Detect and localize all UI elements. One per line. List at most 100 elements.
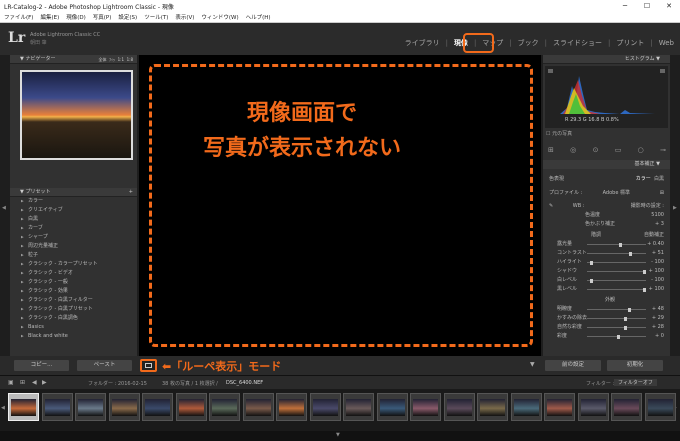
filmstrip-thumbnail[interactable] <box>577 393 609 421</box>
slider-row[interactable]: コントラスト + 51 <box>543 249 670 258</box>
add-preset-icon[interactable]: + <box>129 188 133 197</box>
slider-value[interactable]: + 28 <box>652 323 664 332</box>
zoom-fit[interactable]: 全体 <box>98 57 106 62</box>
preset-folder[interactable]: Basics <box>10 323 137 332</box>
highlight-clip-icon[interactable] <box>660 69 665 73</box>
menu-photo[interactable]: 写真(P) <box>93 13 112 21</box>
right-panel-toggle-icon[interactable]: ▶ <box>673 205 677 211</box>
filmstrip-thumbnail[interactable] <box>175 393 207 421</box>
slider-track[interactable] <box>587 269 647 274</box>
slider-track[interactable] <box>587 325 646 330</box>
slider-value[interactable]: - 100 <box>651 258 664 267</box>
slider-track[interactable] <box>587 260 646 265</box>
slider-track[interactable] <box>587 316 646 321</box>
filmstrip-thumbnail[interactable] <box>510 393 542 421</box>
slider-track[interactable] <box>587 287 647 292</box>
presets-header[interactable]: ▼ プリセット + <box>10 188 137 197</box>
filter-select[interactable]: フィルターオフ <box>614 379 657 386</box>
filmstrip-thumbnail[interactable] <box>276 393 307 421</box>
slider-value[interactable]: - 100 <box>651 276 664 285</box>
slider-thumb[interactable] <box>616 334 620 339</box>
slider-thumb[interactable] <box>623 316 627 321</box>
basic-header[interactable]: 基本補正 ▼ <box>543 160 670 169</box>
filmstrip-thumbnail[interactable] <box>309 393 341 421</box>
slider-track[interactable] <box>587 334 646 339</box>
slider-thumb[interactable] <box>619 242 623 247</box>
module-library[interactable]: ライブラリ <box>405 38 440 48</box>
redeye-icon[interactable]: ⊙ <box>593 146 599 156</box>
preset-folder[interactable]: クラシック - ビデオ <box>10 269 137 278</box>
paste-button[interactable]: ペースト <box>77 360 132 371</box>
grid-view-icon[interactable]: ⊞ <box>20 379 25 386</box>
filmstrip-thumbnail[interactable] <box>410 393 441 421</box>
preset-folder[interactable]: クラシック - 白黒プリセット <box>10 305 137 314</box>
graduated-filter-icon[interactable]: ▭ <box>615 146 622 156</box>
preset-folder[interactable]: シャープ <box>10 233 137 242</box>
filmstrip-scroll-left-icon[interactable]: ◀ <box>1 405 5 411</box>
slider-row[interactable]: 自然な彩度 + 28 <box>543 323 670 332</box>
selected-filename[interactable]: DSC_6400.NEF <box>226 380 263 386</box>
temp-slider-row[interactable]: 色温度 5100 <box>543 211 670 220</box>
slider-thumb[interactable] <box>589 260 593 265</box>
preset-folder[interactable]: 粒子 <box>10 251 137 260</box>
slider-row[interactable]: かすみの除去 + 29 <box>543 314 670 323</box>
filmstrip-thumbnail[interactable] <box>75 393 106 421</box>
slider-row[interactable]: 露光量 + 0.40 <box>543 240 670 249</box>
slider-value[interactable]: + 100 <box>649 267 664 276</box>
copy-button[interactable]: コピー... <box>14 360 69 371</box>
menu-edit[interactable]: 編集(E) <box>40 13 59 21</box>
profile-browser-icon[interactable]: ⊞ <box>660 189 664 198</box>
slider-thumb[interactable] <box>643 269 647 274</box>
slider-value[interactable]: + 29 <box>652 314 664 323</box>
slider-row[interactable]: シャドウ + 100 <box>543 267 670 276</box>
radial-filter-icon[interactable]: ○ <box>638 146 644 156</box>
slider-value[interactable]: + 51 <box>652 249 664 258</box>
filmstrip-thumbnail[interactable] <box>343 393 374 421</box>
preset-folder[interactable]: Black and white <box>10 332 137 341</box>
histogram-header[interactable]: ヒストグラム ▼ <box>543 55 670 64</box>
previous-settings-button[interactable]: 前の設定 <box>545 360 601 371</box>
slider-value[interactable]: + 48 <box>652 305 664 314</box>
maximize-button[interactable]: ☐ <box>636 0 658 12</box>
wb-select[interactable]: 撮影時の設定 : <box>631 202 664 211</box>
navigator-header[interactable]: ▼ ナビゲーター 全体 ﾌｨｯ 1:1 1:8 <box>10 55 137 64</box>
tint-slider-row[interactable]: 色かぶり補正 + 3 <box>543 220 670 229</box>
spot-removal-icon[interactable]: ◎ <box>570 146 576 156</box>
filmstrip-thumbnail[interactable] <box>477 393 508 421</box>
filmstrip-thumbnail[interactable] <box>142 393 173 421</box>
secondary-display-icon[interactable]: ▣ <box>8 379 14 386</box>
slider-track[interactable] <box>587 251 646 256</box>
menu-view[interactable]: 表示(V) <box>175 13 194 21</box>
minimize-button[interactable]: ─ <box>614 0 636 12</box>
toolbar-menu-icon[interactable]: ▼ <box>530 361 535 368</box>
filmstrip-thumbnail[interactable] <box>8 393 39 421</box>
slider-thumb[interactable] <box>623 325 627 330</box>
slider-value[interactable]: + 0 <box>655 332 664 341</box>
slider-row[interactable]: 明瞭度 + 48 <box>543 305 670 314</box>
reset-button[interactable]: 初期化 <box>607 360 663 371</box>
filmstrip-thumbnail[interactable] <box>108 393 140 421</box>
filmstrip-thumbnail[interactable] <box>611 393 642 421</box>
preset-folder[interactable]: 周辺光量補正 <box>10 242 137 251</box>
prev-arrow-icon[interactable]: ◀ <box>32 379 37 386</box>
menu-tools[interactable]: ツール(T) <box>144 13 168 21</box>
shadow-clip-icon[interactable] <box>548 69 553 73</box>
menu-file[interactable]: ファイル(F) <box>4 13 33 21</box>
slider-track[interactable] <box>587 242 646 247</box>
slider-row[interactable]: 白レベル - 100 <box>543 276 670 285</box>
preset-folder[interactable]: カーブ <box>10 224 137 233</box>
treatment-bw[interactable]: 白黒 <box>654 176 664 182</box>
next-arrow-icon[interactable]: ▶ <box>42 379 47 386</box>
slider-row[interactable]: ハイライト - 100 <box>543 258 670 267</box>
filmstrip-thumbnail[interactable] <box>209 393 240 421</box>
menu-window[interactable]: ウィンドウ(W) <box>201 13 238 21</box>
filmstrip-thumbnail[interactable] <box>644 393 676 421</box>
slider-value[interactable]: + 0.40 <box>647 240 664 249</box>
module-slideshow[interactable]: スライドショー <box>553 38 602 48</box>
zoom-1-1[interactable]: 1:1 <box>118 57 124 62</box>
loupe-view-icon[interactable] <box>140 359 157 372</box>
menu-settings[interactable]: 設定(S) <box>118 13 137 21</box>
preset-folder[interactable]: クラシック - 白黒フィルター <box>10 296 137 305</box>
filmstrip-thumbnail[interactable] <box>443 393 475 421</box>
filmstrip-thumbnail[interactable] <box>544 393 575 421</box>
